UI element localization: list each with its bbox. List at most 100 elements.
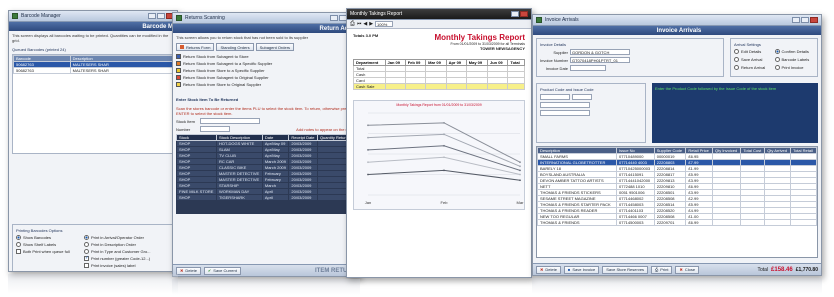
- radio-icon[interactable]: [734, 65, 739, 70]
- print-icon[interactable]: ⎙: [350, 21, 355, 28]
- returns-grid[interactable]: Stock Stock Description Date Receipt Date Qu…: [176, 134, 356, 214]
- tab-standing-orders[interactable]: Standing Orders: [216, 43, 254, 51]
- arrival-option[interactable]: Edit Details: [734, 49, 774, 54]
- radio-icon[interactable]: [774, 49, 780, 54]
- radio-icon[interactable]: [734, 57, 739, 62]
- prev-page-icon[interactable]: ◀: [363, 21, 367, 27]
- first-page-icon[interactable]: ⏮: [357, 21, 362, 27]
- invoice-date-input[interactable]: [570, 65, 606, 71]
- arrivals-grid[interactable]: Description Issue No Supplier Code Retail P…: [536, 146, 818, 258]
- cell-description[interactable]: MALTESERS SHAR: [69, 67, 174, 74]
- minimize-button[interactable]: [792, 17, 800, 23]
- save-current-button[interactable]: ✔ Save Current: [203, 266, 241, 275]
- table-cell[interactable]: 22209701: [653, 219, 687, 226]
- checkbox-icon[interactable]: [84, 255, 89, 261]
- minimize-button[interactable]: [148, 13, 156, 19]
- minimize-button[interactable]: [330, 15, 338, 21]
- table-cell[interactable]: March 2009: [261, 164, 290, 171]
- table-cell[interactable]: 07714500003: [616, 219, 655, 226]
- radio-icon[interactable]: [734, 49, 739, 54]
- table-cell[interactable]: [711, 219, 742, 226]
- table-cell[interactable]: THOMAS & FRIENDS: [537, 219, 617, 226]
- price-input[interactable]: [540, 110, 590, 116]
- print-invoice-option[interactable]: Print invoice (sales) label: [84, 263, 170, 268]
- invoice-number-input[interactable]: GT070418PH01PTRT_01: [570, 57, 630, 63]
- delete-button[interactable]: ✖ Delete: [176, 266, 201, 275]
- issue-code-input[interactable]: [572, 94, 592, 100]
- next-page-icon[interactable]: ▶: [369, 21, 373, 27]
- table-cell[interactable]: TIGERSHARK: [215, 194, 263, 201]
- qty-input[interactable]: [540, 102, 590, 108]
- both-print-option[interactable]: Both Print when queue full: [16, 249, 78, 254]
- table-row[interactable]: SHOP TIGERSHARK April 20/03/2009: [176, 194, 356, 201]
- checkbox-icon[interactable]: [16, 249, 21, 254]
- print-number-option[interactable]: Print number (greater Code-12...): [84, 255, 170, 261]
- column-header[interactable]: Total Retail: [790, 147, 817, 154]
- close-button[interactable]: [520, 11, 528, 17]
- arrival-option[interactable]: Barcode Labels: [774, 57, 815, 62]
- cell-barcode[interactable]: 50682763: [13, 67, 71, 74]
- close-window-button[interactable]: ✖ Close: [675, 265, 700, 274]
- delete-button[interactable]: ✖ Delete: [536, 265, 561, 274]
- table-cell[interactable]: Apr/May 09: [261, 140, 290, 147]
- table-cell[interactable]: [790, 219, 817, 226]
- table-row[interactable]: THOMAS & FRIENDS 07714500003 22209701 £6.99: [537, 219, 817, 226]
- table-cell[interactable]: 20/03/2009: [288, 194, 318, 201]
- table-cell[interactable]: [764, 219, 792, 226]
- arrival-option[interactable]: Confirm Details: [774, 49, 815, 54]
- table-cell[interactable]: 07710425000003: [616, 165, 655, 172]
- product-code-input[interactable]: [540, 94, 570, 100]
- tab-returns-form[interactable]: Returns Form: [176, 43, 215, 51]
- print-button[interactable]: ⎙ Print: [651, 265, 673, 274]
- number-input[interactable]: [200, 126, 230, 132]
- barcode-grid[interactable]: Barcode Description 50682763 MALTESERS S…: [12, 54, 174, 154]
- radio-icon[interactable]: [774, 65, 780, 70]
- print-icon: ⎙: [655, 267, 659, 272]
- show-shelf-option[interactable]: Show Shelf Labels: [16, 242, 78, 247]
- arrival-option[interactable]: Print Invoice: [774, 65, 815, 70]
- maximize-button[interactable]: [157, 13, 165, 19]
- radio-icon[interactable]: [774, 57, 780, 62]
- checkbox-icon[interactable]: [84, 263, 89, 268]
- radio-icon[interactable]: [84, 242, 89, 247]
- arrival-option[interactable]: Return Arrival: [734, 65, 774, 70]
- table-cell[interactable]: INTERNATIONAL GLOBETROTTER: [537, 159, 617, 166]
- radio-icon[interactable]: [16, 242, 21, 247]
- table-cell[interactable]: SHOP: [176, 194, 217, 201]
- save-store-reserves-button[interactable]: Save Store Reserves: [602, 265, 649, 274]
- show-barcodes-option[interactable]: Show Barcodes: [16, 235, 78, 240]
- column-header[interactable]: Qty Arrived: [764, 147, 792, 154]
- supplier-select[interactable]: GORDON & GOTCH: [570, 49, 630, 55]
- close-button[interactable]: [810, 17, 818, 23]
- column-header[interactable]: Total Cost: [740, 147, 766, 154]
- radio-icon[interactable]: [16, 235, 21, 240]
- arrival-order-option[interactable]: Print in Arrival/Operator Order: [84, 235, 170, 240]
- zoom-select[interactable]: 100%: [375, 21, 394, 27]
- description-order-option[interactable]: Print in Description Order: [84, 242, 170, 247]
- table-cell[interactable]: £6.99: [685, 219, 713, 226]
- maximize-button[interactable]: [801, 17, 809, 23]
- type-order-option[interactable]: Print in Type and Customer Gro...: [84, 249, 170, 254]
- save-invoice-button[interactable]: ■ Save Invoice: [563, 265, 600, 274]
- check-icon: ✔: [207, 268, 212, 273]
- column-header[interactable]: Retail Price: [685, 147, 713, 154]
- arrival-option[interactable]: Save Arrival: [734, 57, 774, 62]
- table-cell[interactable]: March 2009: [261, 158, 290, 165]
- table-cell[interactable]: 07714441042000: [616, 177, 655, 184]
- table-cell[interactable]: MASTER DETECTIVE: [215, 170, 263, 177]
- column-header[interactable]: Qty Invoiced: [711, 147, 742, 154]
- tab-subagent-orders[interactable]: Subagent Orders: [255, 43, 295, 51]
- table-cell[interactable]: MASTER DETECTIVE: [215, 176, 263, 183]
- table-cell[interactable]: THOMAS & FRIENDS STARTER PACK: [537, 201, 617, 208]
- radio-icon[interactable]: [84, 235, 89, 240]
- minimize-button[interactable]: [511, 11, 519, 17]
- data-point: [367, 149, 369, 151]
- table-cell[interactable]: [740, 219, 766, 226]
- column-header[interactable]: Receipt Date: [288, 134, 318, 141]
- column-header[interactable]: Supplier Code: [653, 147, 687, 154]
- table-row[interactable]: 50682763 MALTESERS SHAR: [13, 67, 174, 74]
- table-cell[interactable]: April: [261, 194, 290, 201]
- radio-icon[interactable]: [84, 249, 89, 254]
- table-cell[interactable]: FINE MILK STORE: [176, 188, 217, 195]
- stock-item-input[interactable]: [200, 118, 260, 124]
